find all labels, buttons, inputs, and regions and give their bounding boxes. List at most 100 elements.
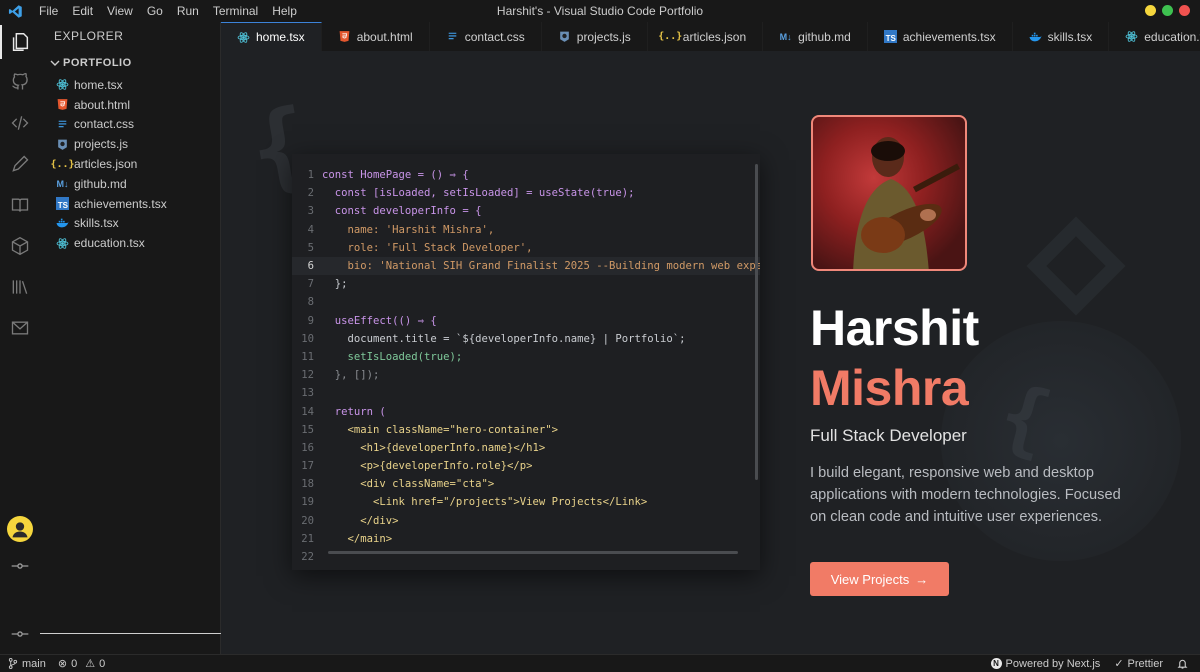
- code-line[interactable]: 21 </main>: [292, 530, 760, 548]
- markdown-icon: M↓: [56, 178, 69, 189]
- library-icon[interactable]: [8, 275, 32, 299]
- line-number: 16: [301, 441, 314, 454]
- view-projects-button[interactable]: View Projects →: [810, 562, 949, 596]
- minimize-button[interactable]: [1145, 5, 1156, 16]
- code-line[interactable]: 12 }, []);: [292, 366, 760, 384]
- nextjs-indicator[interactable]: N Powered by Next.js: [990, 657, 1101, 670]
- editor-area: { { 1const HomePage = () ⇒ {2 const [isL…: [221, 51, 1200, 654]
- tab-about-html[interactable]: about.html: [322, 22, 430, 51]
- code-line[interactable]: 2 const [isLoaded, setIsLoaded] = useSta…: [292, 184, 760, 202]
- pencil-icon[interactable]: [8, 152, 32, 176]
- file-name: about.html: [74, 97, 131, 112]
- cube-icon[interactable]: [8, 234, 32, 258]
- menu-item-run[interactable]: Run: [170, 0, 206, 22]
- code-line[interactable]: 1 const HomePage = () ⇒ {: [292, 166, 760, 184]
- tab-github-md[interactable]: M↓ github.md: [763, 22, 868, 51]
- code-line[interactable]: 4 name: 'Harshit Mishra',: [292, 221, 760, 239]
- tab-label: contact.css: [464, 29, 525, 44]
- menu-item-help[interactable]: Help: [265, 0, 304, 22]
- activity-bar: [0, 22, 40, 654]
- problems-indicator[interactable]: ⊗ 0 ⚠ 0: [57, 657, 105, 671]
- explorer-sidebar: EXPLORER PORTFOLIO home.tsx about.html con…: [40, 22, 221, 654]
- close-button[interactable]: [1179, 5, 1190, 16]
- tab-label: projects.js: [576, 29, 631, 44]
- powered-by-label: Powered by Next.js: [1005, 657, 1101, 670]
- code-line[interactable]: 5 role: 'Full Stack Developer',: [292, 239, 760, 257]
- file-item[interactable]: education.tsx: [56, 233, 216, 253]
- title-bar: File Edit View Go Run Terminal Help Harshit's …: [0, 0, 1200, 22]
- menu-item-view[interactable]: View: [100, 0, 140, 22]
- git-commit-icon[interactable]: [8, 622, 32, 646]
- branch-indicator[interactable]: main: [8, 658, 46, 670]
- js-icon: [56, 138, 69, 151]
- code-text: setIsLoaded(true);: [322, 350, 463, 363]
- code-line[interactable]: 11 setIsLoaded(true);: [292, 348, 760, 366]
- code-text: document.title = `${developerInfo.name} …: [322, 332, 686, 345]
- code-line[interactable]: 7 };: [292, 275, 760, 293]
- vertical-scrollbar[interactable]: [755, 164, 758, 480]
- code-line[interactable]: 15 <main className="hero-container">: [292, 421, 760, 439]
- file-item[interactable]: skills.tsx: [56, 214, 216, 234]
- code-line[interactable]: 3 const developerInfo = {: [292, 202, 760, 220]
- code-line[interactable]: 8: [292, 293, 760, 311]
- horizontal-scrollbar[interactable]: [328, 551, 738, 554]
- mail-icon[interactable]: [8, 316, 32, 340]
- code-text: </div>: [322, 514, 399, 527]
- tab-articles-json[interactable]: {..} articles.json: [648, 22, 764, 51]
- code-text: <h1>{developerInfo.name}</h1>: [322, 441, 546, 454]
- file-item[interactable]: contact.css: [56, 115, 216, 135]
- prettier-label: Prettier: [1127, 657, 1163, 670]
- file-name: github.md: [74, 176, 127, 191]
- file-item[interactable]: about.html: [56, 95, 216, 115]
- bell-icon[interactable]: [1177, 658, 1188, 669]
- code-line[interactable]: 16 <h1>{developerInfo.name}</h1>: [292, 439, 760, 457]
- editor-tabs: home.tsx about.html contact.css projects.js…: [221, 22, 1200, 51]
- code-line[interactable]: 9 useEffect(() ⇒ {: [292, 312, 760, 330]
- file-item[interactable]: {..} articles.json: [50, 154, 216, 174]
- code-line[interactable]: 20 </div>: [292, 512, 760, 530]
- folder-label: PORTFOLIO: [63, 57, 132, 69]
- file-name: contact.css: [74, 117, 135, 132]
- tab-skills-tsx[interactable]: skills.tsx: [1013, 22, 1110, 51]
- code-icon[interactable]: [8, 111, 32, 135]
- tab-projects-js[interactable]: projects.js: [542, 22, 648, 51]
- file-item[interactable]: TS achievements.tsx: [56, 194, 216, 214]
- files-icon[interactable]: [8, 30, 32, 54]
- avatar[interactable]: [7, 516, 33, 542]
- menu-item-terminal[interactable]: Terminal: [206, 0, 265, 22]
- menu-item-file[interactable]: File: [32, 0, 65, 22]
- error-count: 0: [71, 657, 78, 670]
- tab-home-tsx[interactable]: home.tsx: [221, 22, 322, 51]
- hero-section: Harshit Mishra Full Stack Developer I bu…: [810, 51, 1190, 654]
- code-line[interactable]: 13: [292, 384, 760, 402]
- tab-achievements-tsx[interactable]: TS achievements.tsx: [868, 22, 1013, 51]
- code-text: return (: [322, 405, 386, 418]
- code-line[interactable]: 10 document.title = `${developerInfo.nam…: [292, 330, 760, 348]
- code-text: const [isLoaded, setIsLoaded] = useState…: [322, 187, 635, 200]
- code-line[interactable]: 18 <div className="cta">: [292, 475, 760, 493]
- prettier-indicator[interactable]: ✓ Prettier: [1114, 657, 1163, 671]
- file-item[interactable]: projects.js: [56, 134, 216, 154]
- code-text: const HomePage = () ⇒ {: [322, 169, 469, 182]
- portfolio-folder[interactable]: PORTFOLIO: [50, 57, 132, 69]
- code-line[interactable]: 14 return (: [292, 402, 760, 420]
- typescript-icon: TS: [56, 197, 69, 211]
- hero-first-name: Harshit: [810, 300, 979, 356]
- tab-contact-css[interactable]: contact.css: [430, 22, 542, 51]
- github-icon[interactable]: [8, 70, 32, 94]
- code-line[interactable]: 6 bio: 'National SIH Grand Finalist 2025…: [292, 256, 760, 276]
- code-panel: 1 const HomePage = () ⇒ {2 const [isLoade…: [292, 154, 760, 570]
- menu-item-go[interactable]: Go: [140, 0, 170, 22]
- line-number: 7: [307, 278, 314, 291]
- line-number: 13: [301, 387, 314, 400]
- git-commit-icon[interactable]: [8, 554, 32, 578]
- menu-item-edit[interactable]: Edit: [65, 0, 100, 22]
- code-line[interactable]: 19 <Link href="/projects">View Projects<…: [292, 493, 760, 511]
- tab-education-tsx[interactable]: education.tsx: [1109, 22, 1200, 51]
- file-item[interactable]: M↓ github.md: [56, 174, 216, 194]
- book-icon[interactable]: [8, 193, 32, 217]
- file-item[interactable]: home.tsx: [56, 75, 216, 95]
- error-icon: ⊗: [57, 658, 68, 670]
- code-line[interactable]: 17 <p>{developerInfo.role}</p>: [292, 457, 760, 475]
- maximize-button[interactable]: [1162, 5, 1173, 16]
